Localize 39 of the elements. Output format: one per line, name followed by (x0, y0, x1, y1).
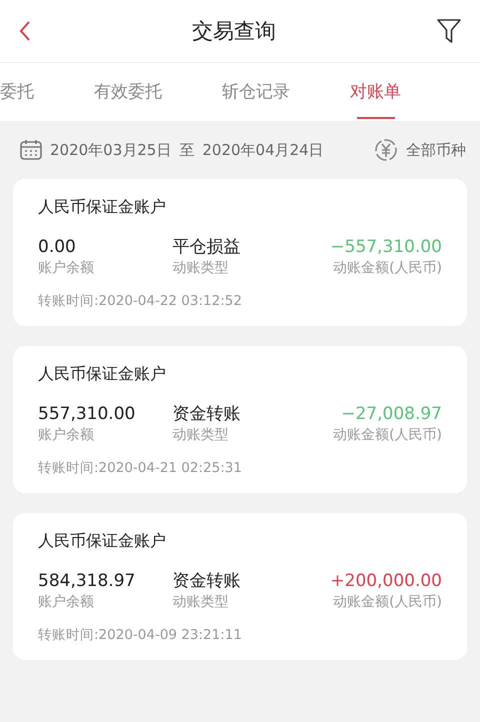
type-label: 动账类型 (172, 426, 229, 445)
account-name: 人民币保证金账户 (38, 531, 167, 552)
currency-filter[interactable]: 全部币种 (406, 140, 466, 160)
balance-label: 账户余额 (38, 259, 94, 278)
amount-value: −557,310.00 (330, 236, 442, 258)
balance-value: 0.00 (38, 236, 76, 258)
transfer-time: 转账时间:2020-04-22 03:12:52 (38, 292, 243, 310)
balance-value: 584,318.97 (38, 570, 136, 592)
start-date[interactable]: 2020年03月25日 (50, 140, 172, 160)
amount-value: +200,000.00 (330, 570, 442, 592)
type-value: 资金转账 (172, 570, 241, 592)
tab[interactable]: 委托 (0, 63, 34, 121)
date-separator: 至 (179, 140, 194, 160)
balance-label: 账户余额 (38, 593, 94, 612)
currency-icon (374, 138, 398, 162)
type-value: 平仓损益 (172, 236, 241, 258)
page-title: 交易查询 (192, 18, 276, 45)
type-label: 动账类型 (172, 593, 229, 612)
back-icon (18, 20, 32, 42)
tab[interactable]: 有效委托 (94, 63, 162, 121)
amount-label: 动账金额(人民币) (333, 259, 442, 278)
type-value: 资金转账 (172, 403, 241, 425)
transfer-time: 转账时间:2020-04-21 02:25:31 (38, 459, 243, 477)
calendar-icon (20, 140, 42, 160)
end-date[interactable]: 2020年04月24日 (202, 140, 324, 160)
amount-label: 动账金额(人民币) (333, 593, 442, 612)
back-button[interactable] (18, 20, 32, 42)
amount-label: 动账金额(人民币) (333, 426, 442, 445)
account-name: 人民币保证金账户 (38, 197, 167, 218)
tab[interactable]: 斩仓记录 (222, 63, 290, 121)
amount-value: −27,008.97 (341, 403, 442, 425)
account-name: 人民币保证金账户 (38, 364, 167, 385)
tab[interactable]: 对账单 (350, 63, 401, 121)
balance-label: 账户余额 (38, 426, 94, 445)
type-label: 动账类型 (172, 259, 229, 278)
balance-value: 557,310.00 (38, 403, 136, 425)
filter-button[interactable] (436, 17, 462, 45)
transfer-time: 转账时间:2020-04-09 23:21:11 (38, 626, 243, 644)
filter-icon (436, 17, 462, 45)
